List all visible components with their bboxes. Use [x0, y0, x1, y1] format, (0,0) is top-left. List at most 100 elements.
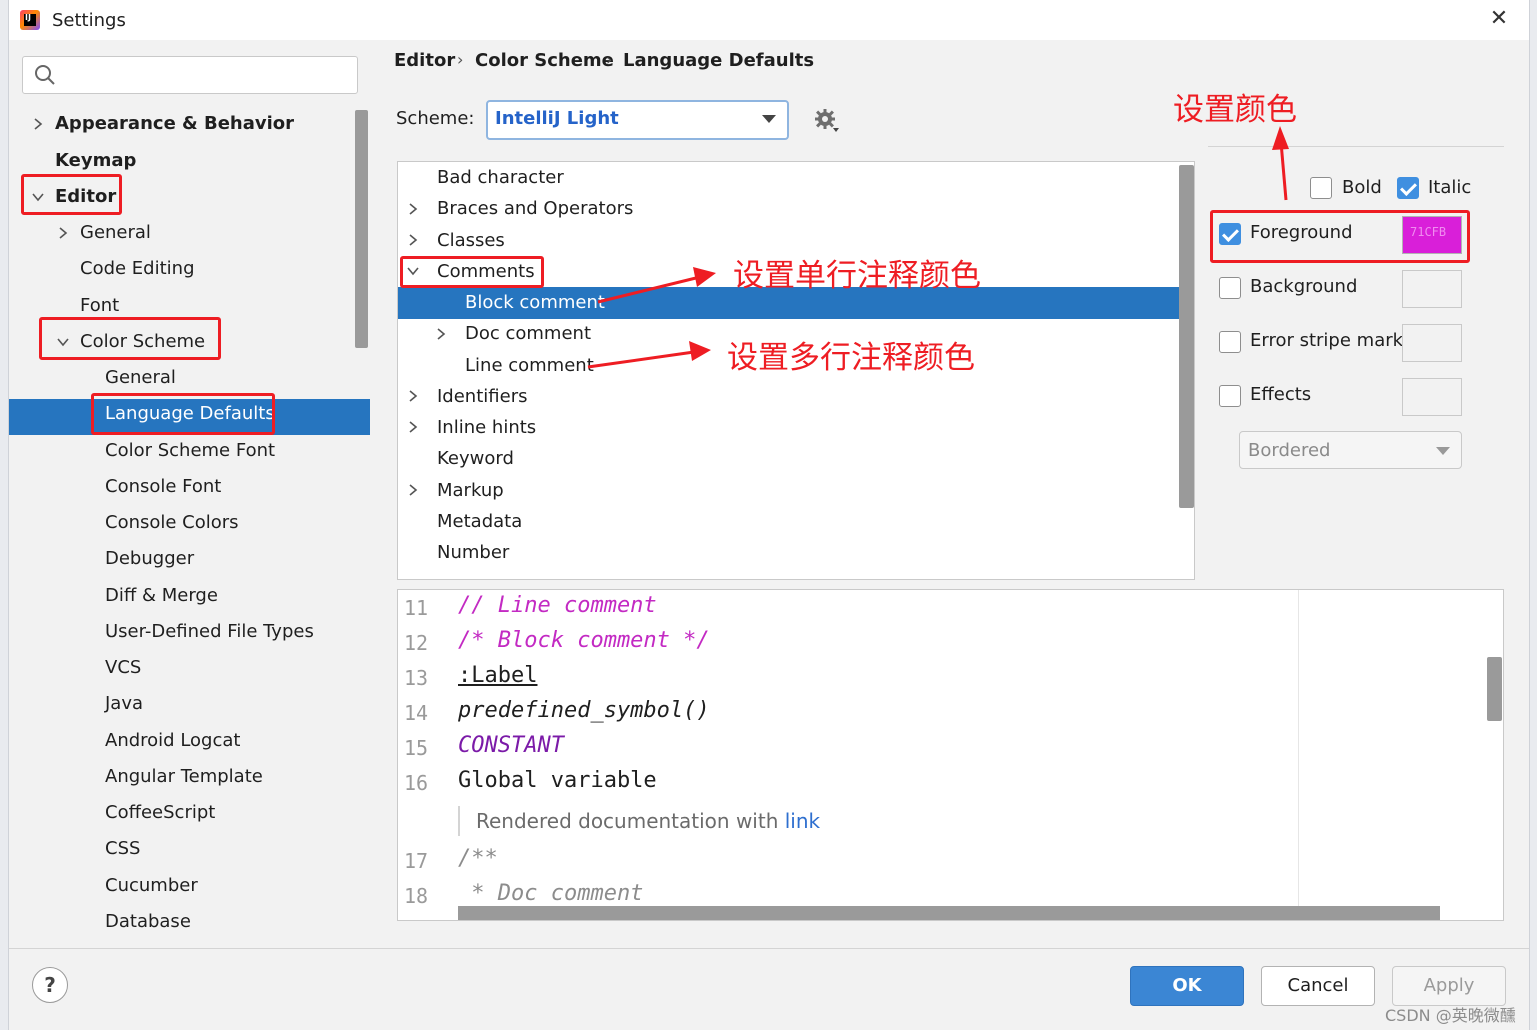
gear-icon[interactable]	[814, 108, 840, 134]
chevron-right-icon[interactable]	[434, 327, 448, 341]
line-number: 16	[404, 771, 429, 795]
rendered-doc-text: Rendered documentation with	[476, 809, 785, 833]
bold-checkbox[interactable]	[1310, 177, 1332, 199]
sidebar-item-cucumber[interactable]: Cucumber	[105, 869, 198, 903]
element-inline-hints[interactable]: Inline hints	[437, 413, 536, 443]
ok-button[interactable]: OK	[1130, 966, 1244, 1006]
scheme-label: Scheme:	[396, 108, 475, 129]
element-classes[interactable]: Classes	[437, 226, 505, 256]
line-number: 18	[404, 884, 429, 908]
line-number: 12	[404, 631, 429, 655]
chevron-right-icon[interactable]	[56, 226, 70, 240]
code-doc-comment: * Doc comment	[458, 881, 644, 906]
background-window-edge-right	[1529, 0, 1537, 1030]
line-number: 13	[404, 666, 429, 690]
annotation-single-line-comment: 设置单行注释颜色	[733, 258, 981, 294]
chevron-right-icon[interactable]	[406, 202, 420, 216]
sidebar-item-diff-merge[interactable]: Diff & Merge	[105, 579, 218, 613]
code-doc-open: /**	[458, 846, 498, 871]
element-markup[interactable]: Markup	[437, 476, 504, 506]
sidebar-item-debugger[interactable]: Debugger	[105, 542, 194, 576]
element-block-comment[interactable]: Block comment	[465, 288, 605, 318]
element-bad-character[interactable]: Bad character	[437, 163, 564, 193]
italic-checkbox[interactable]	[1397, 177, 1419, 199]
line-number: 14	[404, 701, 429, 725]
breadcrumb-color-scheme[interactable]: Color Scheme	[475, 50, 614, 71]
rendered-doc-link[interactable]: link	[785, 809, 820, 833]
background-window-edge	[0, 0, 9, 1030]
watermark: CSDN @英晚微醺	[1385, 1006, 1516, 1025]
preview-vertical-scrollbar[interactable]	[1487, 657, 1502, 721]
annotation-set-color: 设置颜色	[1173, 92, 1297, 128]
sidebar-item-angular-template[interactable]: Angular Template	[105, 760, 263, 794]
sidebar-item-java[interactable]: Java	[105, 687, 143, 721]
apply-button[interactable]: Apply	[1392, 966, 1506, 1006]
chevron-right-icon[interactable]	[406, 389, 420, 403]
preview-horizontal-scrollbar[interactable]	[458, 906, 1440, 920]
breadcrumb-editor[interactable]: Editor	[394, 50, 455, 71]
error-stripe-color-swatch[interactable]	[1402, 324, 1462, 362]
sidebar-item-coffeescript[interactable]: CoffeeScript	[105, 796, 215, 830]
sidebar-item-code-editing[interactable]: Code Editing	[80, 252, 195, 286]
annotation-box-language-defaults	[91, 393, 275, 435]
breadcrumb-separator: ›	[457, 50, 464, 69]
effects-checkbox[interactable]	[1219, 385, 1241, 407]
annotation-box-foreground	[1210, 210, 1470, 263]
dropdown-arrow-icon	[1436, 447, 1450, 455]
options-divider	[1208, 146, 1504, 147]
element-doc-comment[interactable]: Doc comment	[465, 319, 591, 349]
element-number[interactable]: Number	[437, 538, 509, 568]
close-button[interactable]: ✕	[1486, 6, 1512, 32]
sidebar-item-console-colors[interactable]: Console Colors	[105, 506, 239, 540]
dropdown-arrow-icon	[762, 115, 776, 123]
element-braces-operators[interactable]: Braces and Operators	[437, 194, 633, 224]
sidebar-scrollbar[interactable]	[355, 110, 368, 348]
element-metadata[interactable]: Metadata	[437, 507, 522, 537]
sidebar-item-general[interactable]: General	[80, 216, 151, 250]
sidebar-item-console-font[interactable]: Console Font	[105, 470, 221, 504]
chevron-right-icon[interactable]	[406, 420, 420, 434]
sidebar-item-keymap[interactable]: Keymap	[55, 144, 136, 178]
annotation-box-color-scheme	[39, 317, 221, 360]
scheme-dropdown-value: IntelliJ Light	[495, 108, 619, 129]
breadcrumb-language-defaults: Language Defaults	[623, 50, 815, 71]
chevron-right-icon[interactable]	[406, 233, 420, 247]
element-line-comment[interactable]: Line comment	[465, 351, 594, 381]
sidebar-item-color-scheme-general[interactable]: General	[105, 361, 176, 395]
line-number: 15	[404, 736, 429, 760]
italic-label: Italic	[1428, 177, 1472, 198]
background-color-swatch[interactable]	[1402, 270, 1462, 308]
line-number: 17	[404, 849, 429, 873]
rendered-doc-bar	[458, 806, 460, 836]
error-stripe-checkbox[interactable]	[1219, 331, 1241, 353]
help-button[interactable]: ?	[32, 967, 68, 1003]
title-bar	[9, 0, 1529, 40]
cancel-button[interactable]: Cancel	[1261, 966, 1375, 1006]
background-checkbox[interactable]	[1219, 277, 1241, 299]
search-icon	[35, 65, 55, 85]
window-title: Settings	[52, 10, 126, 31]
element-keyword[interactable]: Keyword	[437, 444, 514, 474]
settings-search-input[interactable]	[22, 56, 358, 94]
code-block-comment: /* Block comment */	[458, 628, 710, 653]
annotation-box-editor	[21, 174, 122, 215]
sidebar-item-appearance-behavior[interactable]: Appearance & Behavior	[55, 107, 294, 141]
code-label: :Label	[458, 663, 538, 688]
code-line-comment: // Line comment	[458, 593, 657, 618]
elements-scrollbar[interactable]	[1179, 165, 1194, 508]
intellij-logo-icon: IJ	[20, 10, 40, 30]
rendered-documentation: Rendered documentation with link	[476, 809, 820, 833]
sidebar-item-color-scheme-font[interactable]: Color Scheme Font	[105, 434, 275, 468]
sidebar-item-vcs[interactable]: VCS	[105, 651, 141, 685]
effects-label: Effects	[1250, 384, 1312, 405]
effects-color-swatch[interactable]	[1402, 378, 1462, 416]
code-constant: CONSTANT	[458, 733, 564, 758]
chevron-right-icon[interactable]	[406, 483, 420, 497]
chevron-right-icon[interactable]	[31, 117, 45, 131]
sidebar-item-user-defined-file-types[interactable]: User-Defined File Types	[105, 615, 314, 649]
sidebar-item-database[interactable]: Database	[105, 905, 191, 939]
breadcrumb-separator: ›	[606, 50, 613, 69]
element-identifiers[interactable]: Identifiers	[437, 382, 527, 412]
sidebar-item-css[interactable]: CSS	[105, 832, 140, 866]
sidebar-item-android-logcat[interactable]: Android Logcat	[105, 724, 240, 758]
